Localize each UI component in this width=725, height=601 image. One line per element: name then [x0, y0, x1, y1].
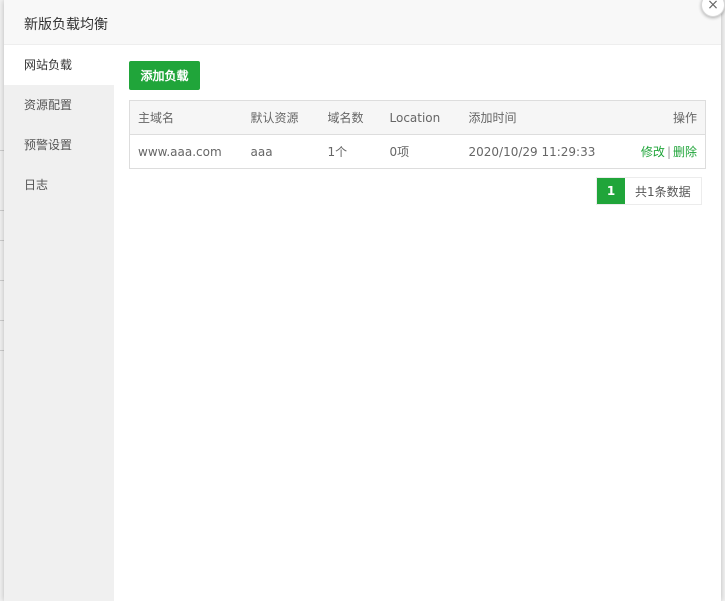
table-row: www.aaa.com aaa 1个 0项 2020/10/29 11:29:3…	[130, 135, 706, 169]
add-load-button[interactable]: 添加负载	[129, 61, 200, 90]
edit-link[interactable]: 修改	[641, 145, 665, 159]
table-header-row: 主域名 默认资源 域名数 Location 添加时间 操作	[129, 100, 706, 135]
column-header-location: Location	[381, 100, 461, 135]
dialog-title: 新版负载均衡	[24, 17, 108, 33]
sidebar-item-resource-config[interactable]: 资源配置	[4, 85, 114, 125]
column-header-domain-count: 域名数	[319, 100, 382, 135]
pagination: 1 共1条数据	[596, 177, 702, 205]
sidebar-item-label: 预警设置	[24, 138, 73, 152]
cell-resource: aaa	[250, 144, 273, 159]
cell-added-time: 2020/10/29 11:29:33	[468, 144, 596, 159]
column-header-domain: 主域名	[129, 100, 243, 135]
cell-location: 0项	[389, 145, 410, 159]
sidebar-item-alert-settings[interactable]: 预警设置	[4, 125, 114, 165]
cell-domain: www.aaa.com	[138, 144, 222, 159]
page-total-count: 共1条数据	[625, 178, 701, 204]
dialog-header: 新版负载均衡	[4, 0, 721, 45]
column-header-added-time: 添加时间	[460, 100, 621, 135]
column-header-actions: 操作	[620, 100, 706, 135]
sidebar: 网站负载 资源配置 预警设置 日志	[4, 45, 114, 601]
column-header-resource: 默认资源	[242, 100, 320, 135]
sidebar-item-label: 网站负载	[24, 58, 73, 72]
sidebar-item-logs[interactable]: 日志	[4, 165, 114, 205]
cell-actions: 修改 | 删除	[621, 135, 706, 169]
main-panel: 添加负载 主域名 默认资源 域名数 Location 添加时间 操作 www.a…	[114, 45, 721, 601]
cell-domain-count-link[interactable]: 1个	[320, 135, 382, 169]
delete-link[interactable]: 删除	[673, 145, 697, 159]
page-current[interactable]: 1	[597, 178, 625, 204]
load-balance-dialog: 新版负载均衡 网站负载 资源配置 预警设置 日志 添加负载 主域名 默认资源 域…	[4, 0, 721, 601]
close-icon: ×	[707, 0, 719, 13]
action-separator: |	[666, 145, 671, 159]
sidebar-item-label: 资源配置	[24, 98, 73, 112]
load-table: 主域名 默认资源 域名数 Location 添加时间 操作 www.aaa.co…	[129, 100, 706, 169]
sidebar-item-label: 日志	[24, 178, 49, 192]
sidebar-item-site-load[interactable]: 网站负载	[4, 45, 114, 85]
